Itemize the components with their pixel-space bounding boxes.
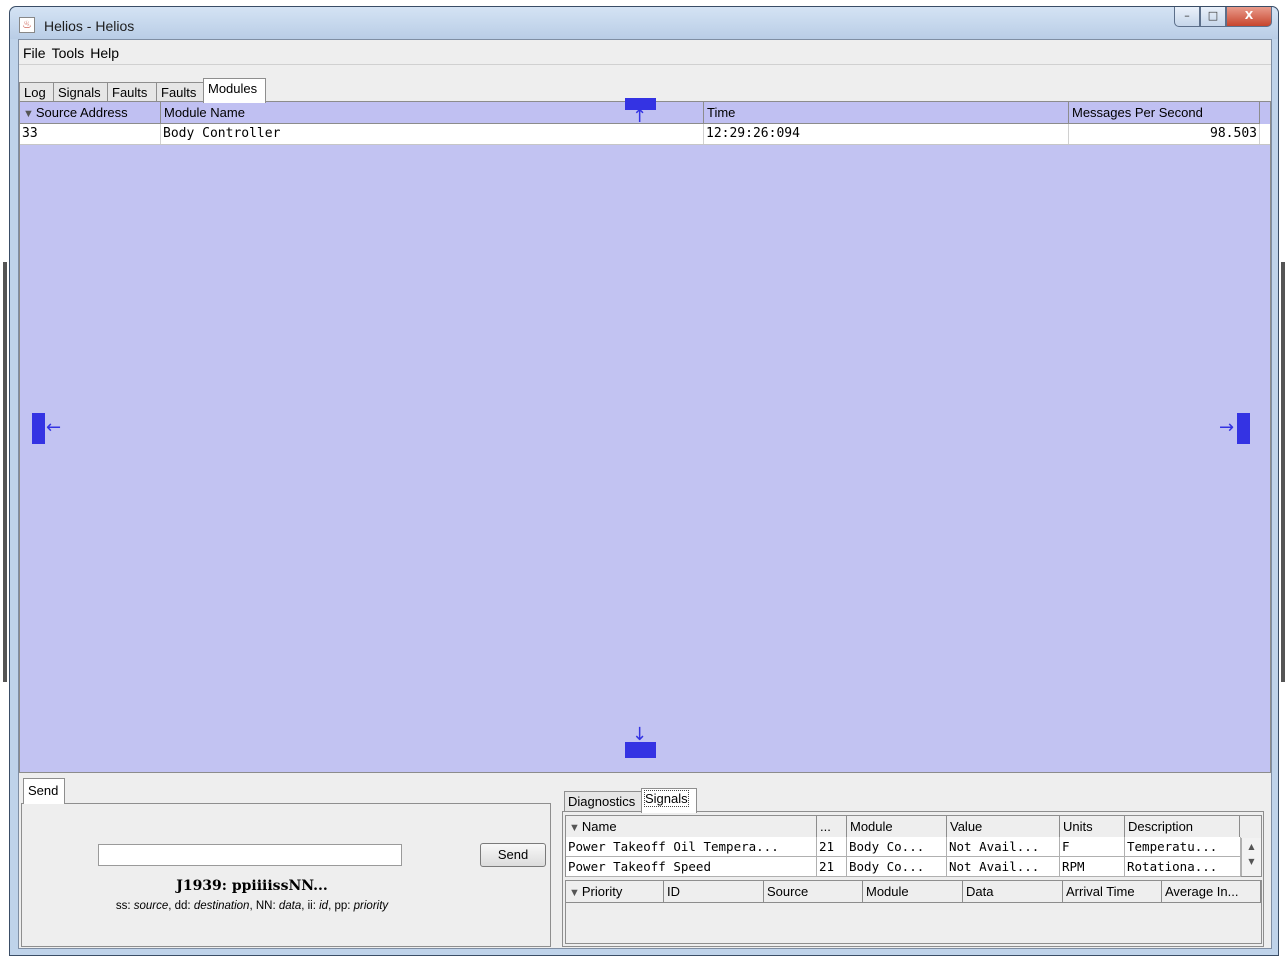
tab-signals[interactable]: Signals (53, 82, 108, 102)
tab-signals-pane[interactable]: Signals (641, 788, 697, 813)
cell-module: Body Co... (847, 837, 947, 857)
cell-name: Power Takeoff Speed (566, 857, 817, 877)
col-module[interactable]: Module (847, 816, 947, 838)
col-spn[interactable]: ... (817, 816, 847, 838)
menu-file[interactable]: File (19, 40, 48, 61)
maximize-button[interactable]: □ (1200, 7, 1226, 27)
signals-body: ▼ Name ... Module Value Units Description… (562, 811, 1264, 947)
cell-module: Body Co... (847, 857, 947, 877)
col-value[interactable]: Value (947, 816, 1060, 838)
cell-value: Not Avail... (947, 837, 1060, 857)
left-edge-bar (3, 262, 7, 682)
minimize-button[interactable]: – (1174, 7, 1200, 27)
menu-bar: File Tools Help (19, 40, 1271, 65)
cell-units: F (1060, 837, 1125, 857)
signals-scrollbar[interactable]: ▲ ▼ (1241, 838, 1261, 876)
cell-source-address: 33 (20, 124, 161, 144)
col-id[interactable]: ID (664, 881, 764, 903)
col-messages-per-second[interactable]: Messages Per Second (1069, 102, 1260, 124)
cell-messages-per-second: 98.503 (1069, 124, 1260, 144)
java-app-icon[interactable]: ♨ (19, 17, 35, 33)
app-window: ♨ Helios - Helios – □ X File Tools Help Lo… (9, 6, 1279, 956)
tab-log[interactable]: Log (19, 82, 54, 102)
cell-time: 12:29:26:094 (704, 124, 1069, 144)
cell-name: Power Takeoff Oil Tempera... (566, 837, 817, 857)
tab-diagnostics[interactable]: Diagnostics (564, 791, 642, 812)
client-area: File Tools Help Log Signals Faults Faults … (18, 39, 1272, 949)
right-edge-bar (1281, 262, 1285, 682)
close-button[interactable]: X (1226, 7, 1272, 27)
send-button[interactable]: Send (480, 843, 546, 867)
cell-module-name: Body Controller (161, 124, 704, 144)
col-arrival-time[interactable]: Arrival Time (1063, 881, 1162, 903)
tab-modules[interactable]: Modules (203, 78, 266, 103)
col-time[interactable]: Time (704, 102, 1069, 124)
syntax-hint: ss: source, dd: destination, NN: data, i… (115, 900, 389, 912)
signals-table: ▼ Name ... Module Value Units Description… (565, 815, 1262, 877)
tab-send[interactable]: Send (23, 778, 65, 804)
window-title: Helios - Helios (44, 18, 135, 34)
scroll-down-icon[interactable]: ▼ (1242, 857, 1261, 866)
tab-faults-2[interactable]: Faults (156, 82, 204, 102)
cell-spn: 21 (817, 837, 847, 857)
menu-help[interactable]: Help (86, 40, 121, 61)
scroll-up-icon[interactable]: ▲ (1242, 842, 1261, 851)
tab-faults[interactable]: Faults (107, 82, 157, 102)
menu-tools[interactable]: Tools (48, 40, 87, 61)
modules-panel: ▼ Source Address Module Name Time Message… (19, 98, 1271, 773)
filter-icon[interactable]: ▼ (569, 887, 580, 899)
filter-icon[interactable]: ▼ (569, 822, 580, 834)
col-units[interactable]: Units (1060, 816, 1125, 838)
table-row[interactable]: Power Takeoff Oil Tempera... 21 Body Co.… (566, 837, 1241, 857)
messages-table: ▼ Priority ID Source Module Data Arrival … (565, 880, 1262, 944)
col-msg-module[interactable]: Module (863, 881, 963, 903)
send-panel: Send Send J1939: ppiiiissNN... ss: sourc… (21, 778, 551, 948)
cell-description: Temperatu... (1125, 837, 1241, 857)
signals-panel: Diagnostics Signals ▼ Name ... Module Val… (562, 778, 1272, 948)
col-data[interactable]: Data (963, 881, 1063, 903)
bottom-area: Send Send J1939: ppiiiissNN... ss: sourc… (19, 778, 1273, 948)
col-module-name[interactable]: Module Name (161, 102, 704, 124)
col-description[interactable]: Description (1125, 816, 1240, 838)
syntax-label: J1939: ppiiiissNN... (176, 878, 328, 894)
col-name[interactable]: ▼ Name (566, 816, 817, 838)
col-priority[interactable]: ▼ Priority (566, 881, 664, 903)
cell-description: Rotationa... (1125, 857, 1241, 877)
col-source[interactable]: Source (764, 881, 863, 903)
send-body: Send J1939: ppiiiissNN... ss: source, dd… (21, 803, 551, 947)
cell-units: RPM (1060, 857, 1125, 877)
cell-spn: 21 (817, 857, 847, 877)
title-bar[interactable]: ♨ Helios - Helios – □ X (10, 7, 1278, 39)
table-row[interactable]: Power Takeoff Speed 21 Body Co... Not Av… (566, 857, 1241, 877)
filter-icon[interactable]: ▼ (23, 108, 34, 120)
table-row[interactable]: 33 Body Controller 12:29:26:094 98.503 (20, 124, 1270, 145)
col-average-interval[interactable]: Average In... (1162, 881, 1261, 903)
col-source-address[interactable]: ▼ Source Address (20, 102, 161, 124)
send-input[interactable] (98, 844, 402, 866)
cell-value: Not Avail... (947, 857, 1060, 877)
